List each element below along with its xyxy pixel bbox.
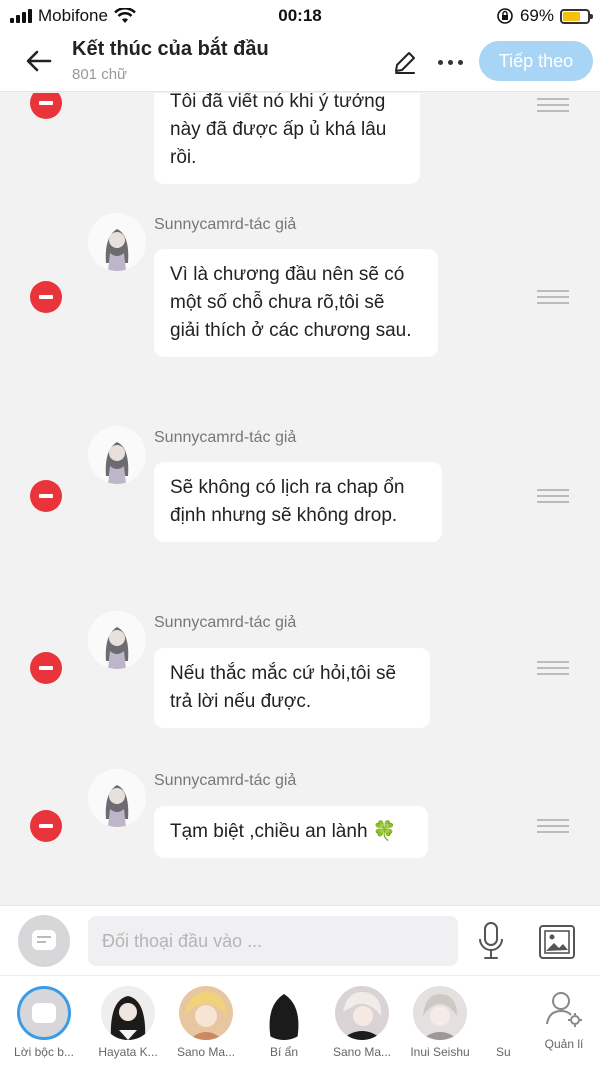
message-item: Sunnycamrd-tác giả Nếu thắc mắc cứ hỏi,t… [0, 609, 600, 749]
drag-handle-icon[interactable] [537, 819, 569, 833]
message-bubble[interactable]: Tạm biệt ,chiều an lành 🍀 [154, 806, 428, 858]
author-avatar [88, 769, 146, 827]
character-avatar [335, 986, 389, 1040]
message-bubble[interactable]: Tôi đã viết nó khi ý tưởng này đã được ấ… [154, 93, 420, 184]
message-item: Sunnycamrd-tác giả Vì là chương đầu nên … [0, 211, 600, 381]
delete-message-button[interactable] [30, 810, 62, 842]
image-icon[interactable] [538, 924, 576, 960]
message-line: Sẽ không có lịch ra chap ổn [170, 477, 405, 498]
character-item[interactable]: Su [478, 986, 530, 1059]
chat-bubble-icon [32, 930, 56, 950]
narration-toggle-button[interactable] [18, 915, 70, 967]
header: Kết thúc của bắt đầu 801 chữ Tiếp theo [0, 32, 600, 92]
character-name: Hayata K... [98, 1045, 158, 1059]
author-name: Sunnycamrd-tác giả [154, 216, 297, 233]
message-line: trả lời nếu được. [170, 691, 312, 712]
character-avatar [17, 986, 71, 1040]
status-left: Mobifone [10, 6, 136, 26]
character-avatar [494, 986, 514, 1040]
character-avatar [101, 986, 155, 1040]
carrier-name: Mobifone [38, 6, 108, 25]
page-title: Kết thúc của bắt đầu [72, 38, 269, 60]
drag-handle-icon[interactable] [537, 661, 569, 675]
character-narration[interactable]: Lời bộc b... [4, 986, 84, 1059]
character-item[interactable]: Sano Ma... [166, 986, 246, 1059]
message-line: Vì là chương đầu nên sẽ có [170, 264, 405, 285]
message-line: Tạm biệt ,chiều an lành 🍀 [170, 821, 397, 842]
next-button[interactable]: Tiếp theo [479, 41, 593, 81]
message-bubble[interactable]: Sẽ không có lịch ra chap ổn định nhưng s… [154, 462, 442, 542]
character-item[interactable]: Bí ẩn [244, 986, 324, 1059]
message-line: rồi. [170, 147, 197, 168]
wifi-icon [114, 8, 136, 23]
word-count: 801 chữ [72, 66, 128, 83]
rotation-lock-icon [497, 8, 513, 24]
status-right: 69% [496, 6, 593, 26]
message-line: một số chỗ chưa rõ,tôi sẽ [170, 292, 385, 313]
battery-icon [560, 8, 593, 24]
message-line: này đã được ấp ủ khá lâu [170, 119, 387, 140]
character-name: Sano Ma... [176, 1045, 236, 1059]
message-item: Tôi đã viết nó khi ý tưởng này đã được ấ… [0, 93, 600, 200]
author-name: Sunnycamrd-tác giả [154, 429, 297, 446]
character-avatar [179, 986, 233, 1040]
microphone-icon[interactable] [474, 920, 508, 962]
character-item[interactable]: Hayata K... [88, 986, 168, 1059]
character-item[interactable]: Inui Seishu [400, 986, 480, 1059]
author-avatar [88, 611, 146, 669]
manage-characters-button[interactable]: Quản lí [536, 990, 592, 1051]
message-line: Nếu thắc mắc cứ hỏi,tôi sẽ [170, 663, 397, 684]
character-avatar [413, 986, 467, 1040]
battery-percent: 69% [519, 6, 554, 25]
dialogue-input[interactable] [88, 916, 458, 966]
author-avatar [88, 426, 146, 484]
character-name: Su [496, 1045, 511, 1059]
delete-message-button[interactable] [30, 93, 62, 119]
author-name: Sunnycamrd-tác giả [154, 614, 297, 631]
character-name: Sano Ma... [332, 1045, 392, 1059]
manage-label: Quản lí [544, 1037, 584, 1051]
delete-message-button[interactable] [30, 480, 62, 512]
message-line: giải thích ở các chương sau. [170, 320, 412, 341]
message-list[interactable]: Tôi đã viết nó khi ý tưởng này đã được ấ… [0, 93, 600, 905]
status-bar: Mobifone 00:18 69% [0, 0, 600, 32]
author-avatar [88, 213, 146, 271]
character-name: Inui Seishu [410, 1045, 470, 1059]
chat-bubble-icon [32, 1003, 56, 1023]
message-line: định nhưng sẽ không drop. [170, 505, 398, 526]
character-name: Lời bộc b... [14, 1045, 74, 1059]
user-settings-icon [546, 992, 582, 1027]
message-item: Sunnycamrd-tác giả Tạm biệt ,chiều an là… [0, 767, 600, 887]
character-avatar [257, 986, 311, 1040]
message-bubble[interactable]: Vì là chương đầu nên sẽ có một số chỗ ch… [154, 249, 438, 357]
character-item[interactable]: Sano Ma... [322, 986, 402, 1059]
character-bar: Lời bộc b... Hayata K... Sano Ma... Bí ẩ… [0, 975, 600, 1067]
drag-handle-icon[interactable] [537, 290, 569, 304]
message-line: Tôi đã viết nó khi ý tưởng [170, 93, 386, 112]
edit-pencil-icon[interactable] [390, 47, 420, 77]
author-name: Sunnycamrd-tác giả [154, 772, 297, 789]
character-name: Bí ẩn [269, 1045, 299, 1059]
delete-message-button[interactable] [30, 281, 62, 313]
more-options-button[interactable] [432, 47, 468, 77]
input-bar [0, 905, 600, 975]
drag-handle-icon[interactable] [537, 98, 569, 112]
message-item: Sunnycamrd-tác giả Sẽ không có lịch ra c… [0, 424, 600, 564]
signal-icon [10, 9, 32, 23]
back-button[interactable] [22, 44, 56, 78]
delete-message-button[interactable] [30, 652, 62, 684]
drag-handle-icon[interactable] [537, 489, 569, 503]
message-bubble[interactable]: Nếu thắc mắc cứ hỏi,tôi sẽ trả lời nếu đ… [154, 648, 430, 728]
